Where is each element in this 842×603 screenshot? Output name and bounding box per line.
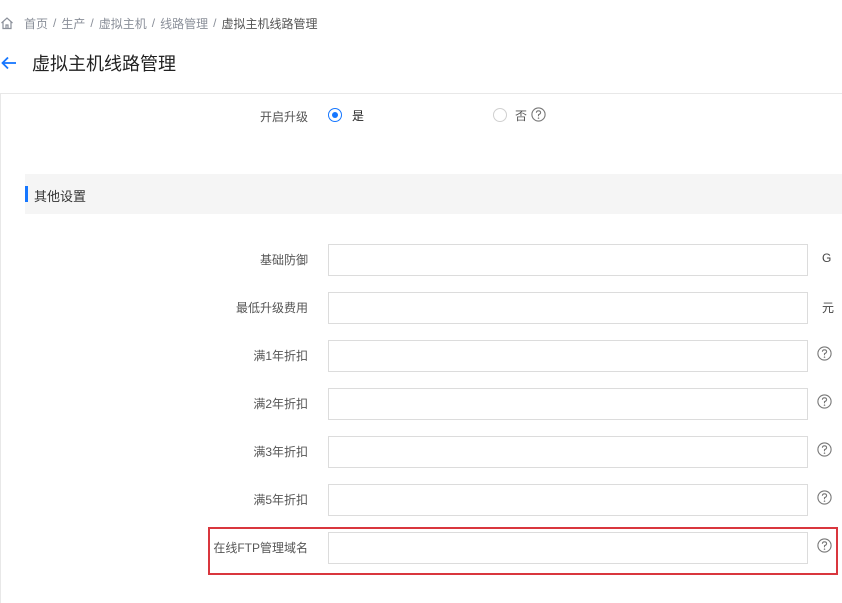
breadcrumb-separator: / (53, 16, 57, 30)
content-border (0, 94, 1, 603)
page-header: 虚拟主机线路管理 (0, 48, 176, 78)
header-divider (0, 93, 842, 94)
breadcrumb-separator: / (90, 16, 94, 30)
upgrade-yes-radio[interactable] (328, 108, 342, 122)
section-accent-bar (25, 186, 28, 202)
upgrade-no-radio[interactable] (493, 108, 507, 122)
min-upgrade-fee-input[interactable] (328, 292, 808, 324)
breadcrumb-item-virtual-host[interactable]: 虚拟主机 (99, 15, 147, 32)
field-label-1yr-discount: 满1年折扣 (253, 349, 308, 363)
breadcrumb-item-home[interactable]: 首页 (24, 15, 48, 32)
upgrade-no-label[interactable]: 否 (515, 107, 527, 124)
field-label-min-upgrade-fee: 最低升级费用 (235, 301, 308, 315)
unit-yuan: 元 (822, 301, 835, 315)
field-label-2yr-discount: 满2年折扣 (253, 397, 308, 411)
upgrade-yes-label[interactable]: 是 (352, 107, 364, 124)
breadcrumb-separator: / (151, 16, 156, 30)
field-label-base-defense: 基础防御 (259, 253, 308, 267)
ftp-row-highlight (208, 527, 838, 575)
help-icon[interactable] (817, 394, 832, 409)
breadcrumb-item-current: 虚拟主机线路管理 (221, 16, 318, 31)
section-title: 其他设置 (34, 189, 87, 204)
base-defense-input[interactable] (328, 244, 808, 276)
breadcrumb: 首页 / 生产 / 虚拟主机 / 线路管理 / 虚拟主机线路管理 (0, 14, 317, 32)
discount-1yr-input[interactable] (328, 340, 808, 372)
breadcrumb-item-production[interactable]: 生产 (61, 15, 85, 32)
home-icon[interactable] (0, 16, 14, 30)
field-label-5yr-discount: 满5年折扣 (253, 493, 308, 507)
field-label-3yr-discount: 满3年折扣 (253, 445, 308, 459)
upgrade-label: 开启升级 (259, 110, 308, 124)
page-title: 虚拟主机线路管理 (32, 54, 176, 74)
breadcrumb-separator: / (213, 16, 217, 30)
discount-5yr-input[interactable] (328, 484, 808, 516)
help-icon[interactable] (531, 107, 546, 122)
back-arrow-icon[interactable] (0, 54, 18, 72)
discount-2yr-input[interactable] (328, 388, 808, 420)
discount-3yr-input[interactable] (328, 436, 808, 468)
help-icon[interactable] (817, 490, 832, 505)
help-icon[interactable] (817, 442, 832, 457)
unit-g: G (822, 251, 832, 265)
other-settings-section: 其他设置 (25, 174, 842, 214)
upgrade-row: 开启升级 是 否 (0, 104, 842, 128)
breadcrumb-item-line-management[interactable]: 线路管理 (160, 15, 208, 32)
help-icon[interactable] (817, 346, 832, 361)
